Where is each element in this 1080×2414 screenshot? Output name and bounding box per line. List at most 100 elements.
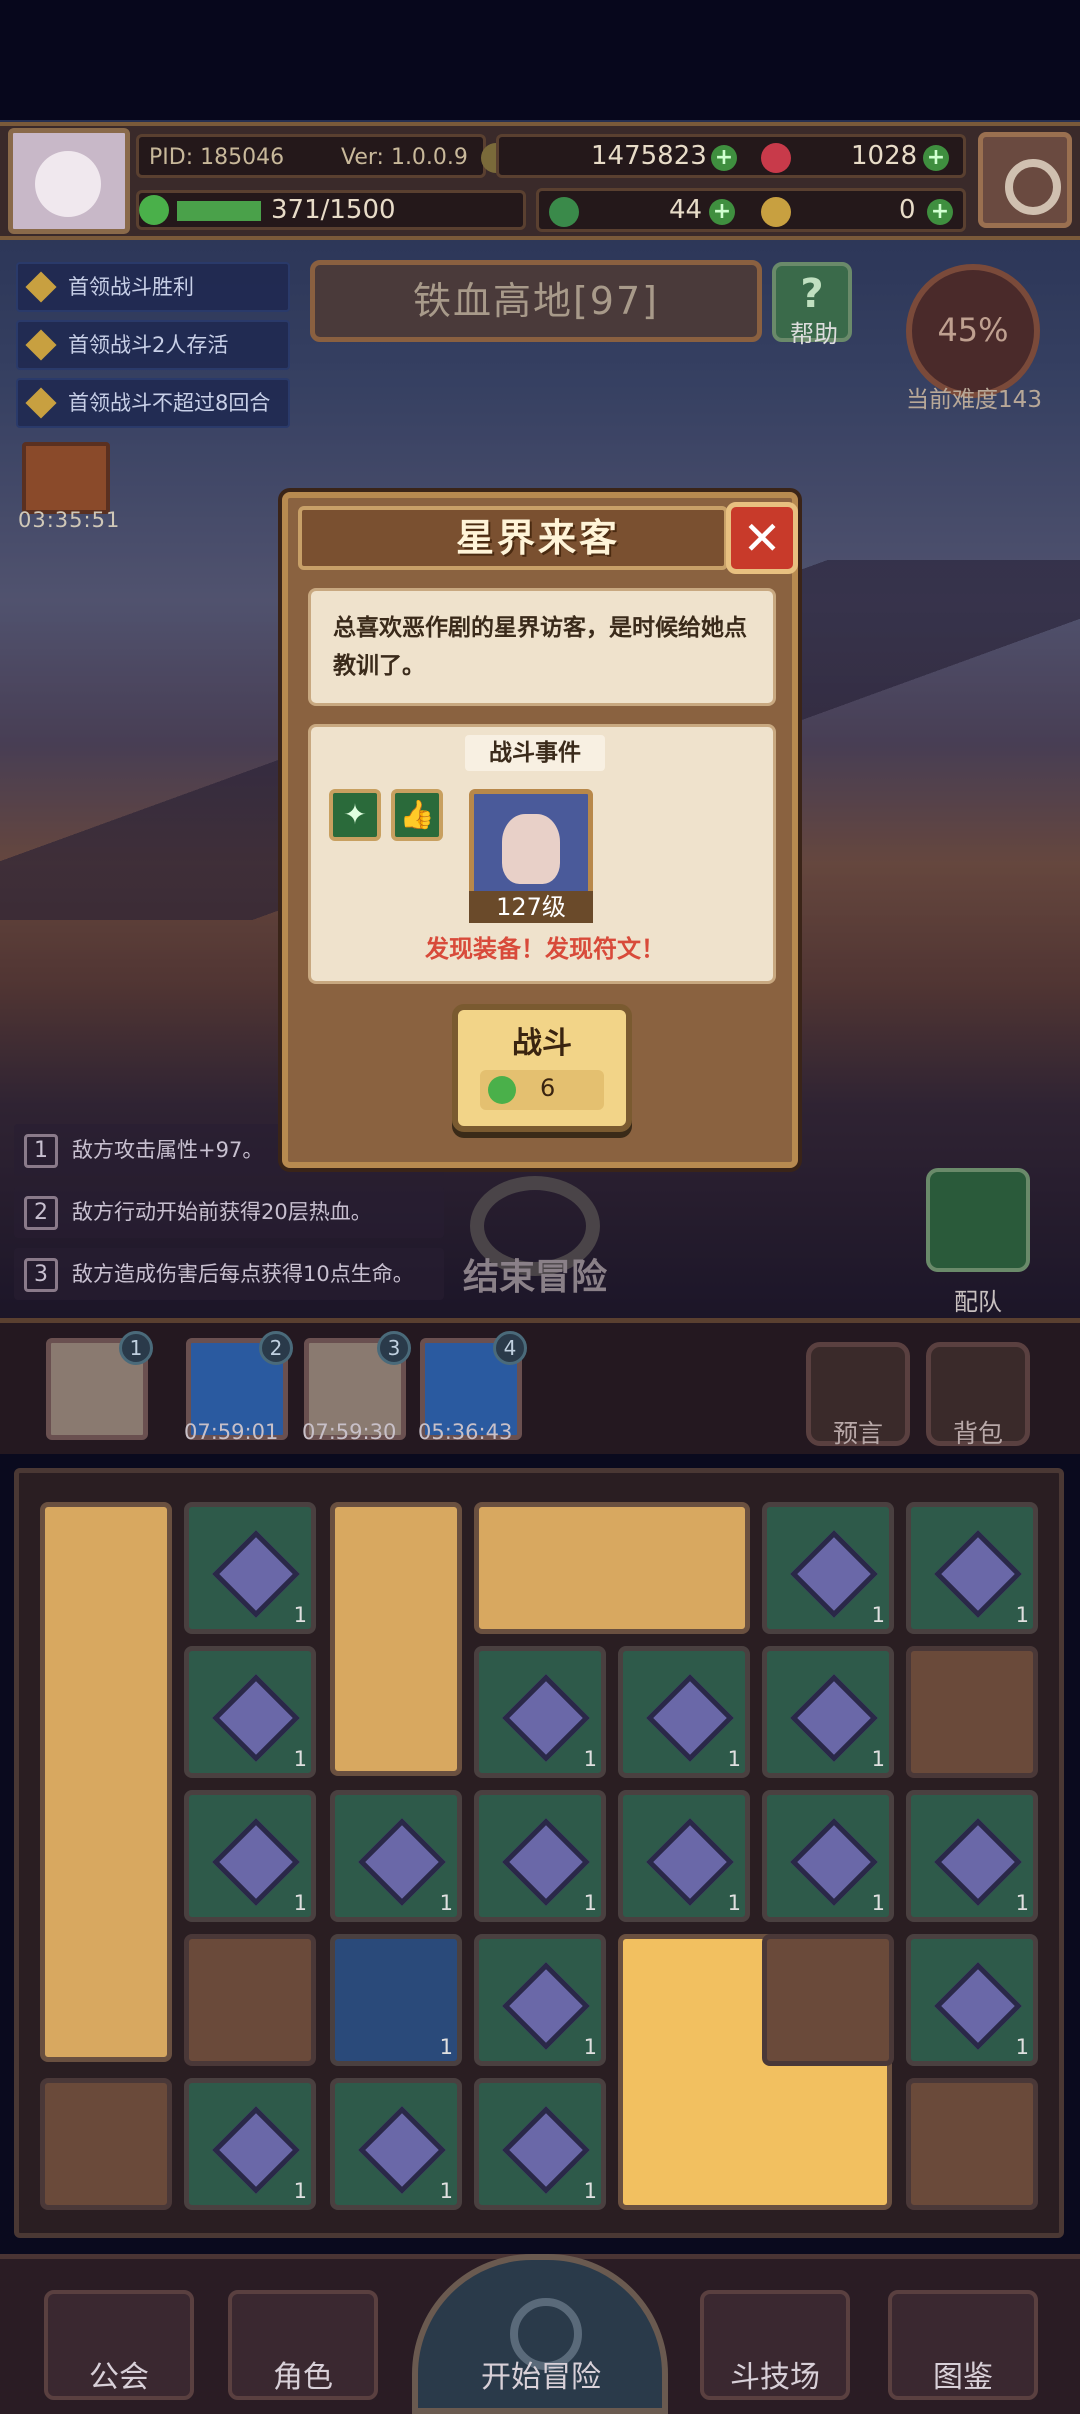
thumbs-up-icon[interactable]: 👍 [391,789,443,841]
xp-bar: 371/1500 [136,190,526,230]
clover-amount: 44 [669,195,703,225]
item-count: 1 [1015,2035,1029,2059]
item-count: 1 [293,2179,307,2203]
gem-cell[interactable]: 1 [762,1502,894,1634]
xp-fill [177,201,261,221]
quest-label: 首领战斗不超过8回合 [68,391,271,415]
effect-number: 2 [24,1196,58,1230]
item-count: 1 [293,1747,307,1771]
gem-cell[interactable]: 1 [474,2078,606,2210]
nav-codex-label: 图鉴 [933,2360,993,2395]
item-count: 1 [293,1603,307,1627]
gem-cell[interactable]: 1 [762,1790,894,1922]
version-text: Ver: 1.0.0.9 [341,145,468,170]
modal-title: 星界来客 [455,516,620,560]
nav-start-label: 开始冒险 [481,2360,601,2395]
slot-timer: 05:36:43 [418,1420,513,1444]
treasure-chest-icon[interactable] [22,442,110,514]
map-slot[interactable]: 1 [46,1331,153,1440]
gold-amount: 1475823 [591,141,707,171]
gem-cell[interactable]: 1 [184,1790,316,1922]
gem-cell[interactable]: 1 [906,1502,1038,1634]
rune-icon[interactable]: ✦ [329,789,381,841]
clover-icon [549,197,579,227]
nav-character-label: 角色 [273,2360,333,2395]
fight-button[interactable]: 战斗 6 [452,1004,632,1132]
green-gem-icon [488,1076,516,1104]
gem-cell[interactable]: 1 [474,1646,606,1778]
settings-gear-icon[interactable] [978,132,1072,228]
nav-arena-label: 斗技场 [730,2360,820,2395]
player-avatar[interactable] [8,128,130,234]
fight-cost: 6 [480,1070,604,1110]
gem-cell[interactable]: 1 [618,1646,750,1778]
item-count: 1 [583,1747,597,1771]
close-button[interactable]: ✕ [726,502,798,574]
fight-label: 战斗 [512,1026,572,1061]
gem-cell[interactable]: 1 [474,1934,606,2066]
help-label: 帮助 [790,320,838,348]
add-ruby-icon[interactable]: + [923,145,949,171]
gem-cell[interactable]: 1 [184,2078,316,2210]
effect-text: 敌方造成伤害后每点获得10点生命。 [72,1262,414,1286]
slot-number: 4 [493,1331,527,1365]
team-setup-button[interactable] [926,1168,1030,1272]
slot-number: 1 [119,1331,153,1365]
difficulty-label: 当前难度143 [906,387,1042,413]
locked-cell[interactable] [906,2078,1038,2210]
gem-cell[interactable]: 1 [762,1646,894,1778]
currency-box: 1475823 + 1028 + [496,134,966,178]
item-count: 1 [583,2179,597,2203]
gem-cell[interactable]: 1 [906,1790,1038,1922]
bone-item[interactable] [474,1502,750,1634]
slot-number: 3 [377,1331,411,1365]
pid-text: PID: 185046 [149,145,285,170]
end-adventure-button[interactable]: 结束冒险 [450,1176,620,1298]
enemy-effect-item: 2 敌方行动开始前获得20层热血。 [14,1186,444,1238]
quest-label: 首领战斗胜利 [68,275,194,299]
log-item[interactable]: 1 [330,1934,462,2066]
team-label: 配队 [954,1288,1002,1316]
enemy-effect-item: 3 敌方造成伤害后每点获得10点生命。 [14,1248,444,1300]
item-count: 1 [871,1603,885,1627]
bag-label: 背包 [952,1419,1003,1448]
gem-cell[interactable]: 1 [330,1790,462,1922]
effect-number: 1 [24,1134,58,1168]
event-description: 总喜欢恶作剧的星界访客，是时候给她点教训了。 [308,588,776,706]
chest-timer: 03:35:51 [18,508,121,532]
gem-cell[interactable]: 1 [184,1502,316,1634]
gem-cell[interactable]: 1 [906,1934,1038,2066]
add-gold-icon[interactable]: + [711,145,737,171]
slot-number: 2 [259,1331,293,1365]
battle-event-panel: 战斗事件 ✦ 👍 127级 发现装备！发现符文！ [308,724,776,984]
stage-title: 铁血高地[97] [310,260,762,342]
item-count: 1 [439,1891,453,1915]
close-icon: ✕ [742,511,782,565]
add-key-icon[interactable]: + [927,199,953,225]
slot-timer: 07:59:30 [302,1420,397,1444]
gem-cell[interactable]: 1 [474,1790,606,1922]
effect-text: 敌方行动开始前获得20层热血。 [72,1200,372,1224]
difficulty-gauge: 45% [906,264,1040,398]
sack-item[interactable]: 1 [330,2078,462,2210]
locked-cell[interactable] [906,1646,1038,1778]
cauldron-cell[interactable] [40,2078,172,2210]
totem-pole-item[interactable] [40,1502,172,2062]
secondary-currency-box: 44 + 0 + [536,188,966,232]
gem-cell[interactable]: 1 [618,1790,750,1922]
battle-event-header: 战斗事件 [465,735,605,771]
clover-xp-icon [139,195,169,225]
item-count: 1 [727,1747,741,1771]
found-loot-text: 发现装备！发现符文！ [425,935,665,963]
ruby-icon [761,143,791,173]
quest-item: 首领战斗2人存活 [16,320,290,370]
gem-cell[interactable]: 1 [184,1646,316,1778]
star-icon [25,329,57,361]
item-count: 1 [871,1747,885,1771]
locked-cell[interactable] [762,1934,894,2066]
locked-cell[interactable] [184,1934,316,2066]
add-clover-icon[interactable]: + [709,199,735,225]
item-count: 1 [583,2035,597,2059]
fight-cost-value: 6 [540,1074,556,1102]
statue-item[interactable] [330,1502,462,1776]
